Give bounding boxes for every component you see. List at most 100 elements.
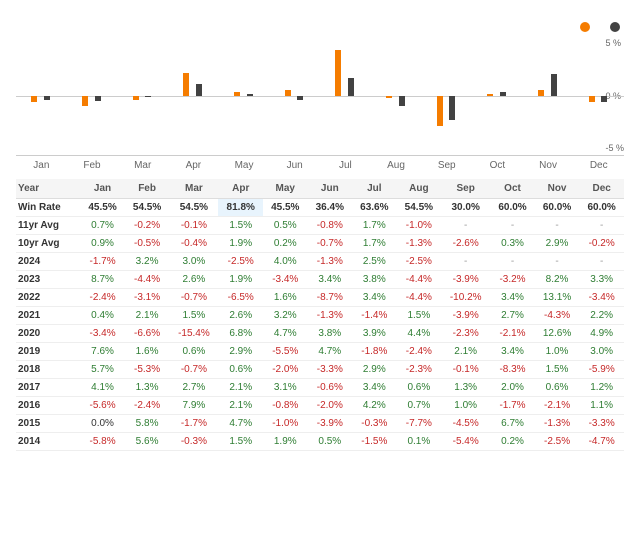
cell-value: - xyxy=(535,253,580,271)
cell-value: 2.9% xyxy=(218,343,263,361)
cell-value: -0.1% xyxy=(441,361,490,379)
cell-value: 1.0% xyxy=(535,343,580,361)
row-label: 2020 xyxy=(16,325,80,343)
x-label: Jan xyxy=(16,160,67,171)
median-bar xyxy=(82,96,88,106)
table-row: 2020-3.4%-6.6%-15.4%6.8%4.7%3.8%3.9%4.4%… xyxy=(16,325,624,343)
cell-value: 0.5% xyxy=(308,433,353,451)
row-label: 2023 xyxy=(16,271,80,289)
bar-column-jan xyxy=(16,36,67,156)
row-label: 2015 xyxy=(16,415,80,433)
cell-value: -2.0% xyxy=(263,361,308,379)
cell-value: -3.2% xyxy=(490,271,535,289)
cell-value: - xyxy=(441,217,490,235)
cell-value: -8.7% xyxy=(308,289,353,307)
cell-value: -1.0% xyxy=(263,415,308,433)
median-bar xyxy=(234,92,240,96)
cell-value: 30.0% xyxy=(441,199,490,217)
cell-value: -0.3% xyxy=(352,415,397,433)
x-label: Oct xyxy=(472,160,523,171)
median-bar xyxy=(285,90,291,96)
cell-value: 2.1% xyxy=(218,397,263,415)
bars-area xyxy=(16,36,624,156)
cell-value: 0.1% xyxy=(397,433,442,451)
cell-value: -4.5% xyxy=(441,415,490,433)
cell-value: -4.3% xyxy=(535,307,580,325)
cell-value: 3.4% xyxy=(352,379,397,397)
cell-value: 54.5% xyxy=(169,199,218,217)
mean-bar xyxy=(449,96,455,120)
cell-value: 1.3% xyxy=(125,379,170,397)
table-row: 2014-5.8%5.6%-0.3%1.5%1.9%0.5%-1.5%0.1%-… xyxy=(16,433,624,451)
table-row: 20174.1%1.3%2.7%2.1%3.1%-0.6%3.4%0.6%1.3… xyxy=(16,379,624,397)
table-row: 20238.7%-4.4%2.6%1.9%-3.4%3.4%3.8%-4.4%-… xyxy=(16,271,624,289)
table-row: Win Rate45.5%54.5%54.5%81.8%45.5%36.4%63… xyxy=(16,199,624,217)
x-label: Nov xyxy=(523,160,574,171)
cell-value: 7.9% xyxy=(169,397,218,415)
median-color-dot xyxy=(580,22,590,32)
table-row: 2024-1.7%3.2%3.0%-2.5%4.0%-1.3%2.5%-2.5%… xyxy=(16,253,624,271)
x-label: Jun xyxy=(269,160,320,171)
mean-bar xyxy=(348,78,354,96)
cell-value: 4.2% xyxy=(352,397,397,415)
mean-bar xyxy=(399,96,405,106)
bar-column-jul xyxy=(320,36,371,156)
x-label: Aug xyxy=(371,160,422,171)
cell-value: -1.3% xyxy=(308,253,353,271)
table-row: 10yr Avg0.9%-0.5%-0.4%1.9%0.2%-0.7%1.7%-… xyxy=(16,235,624,253)
cell-value: 4.7% xyxy=(263,325,308,343)
col-header-nov: Nov xyxy=(535,179,580,199)
cell-value: 1.5% xyxy=(218,433,263,451)
cell-value: 3.4% xyxy=(490,289,535,307)
cell-value: -7.7% xyxy=(397,415,442,433)
mean-bar xyxy=(95,96,101,101)
cell-value: -2.4% xyxy=(80,289,125,307)
cell-value: -0.8% xyxy=(263,397,308,415)
x-label: Jul xyxy=(320,160,371,171)
cell-value: 2.6% xyxy=(218,307,263,325)
legend-mean xyxy=(610,22,624,32)
cell-value: -5.6% xyxy=(80,397,125,415)
cell-value: 0.7% xyxy=(397,397,442,415)
cell-value: 1.7% xyxy=(352,217,397,235)
table-row: 20185.7%-5.3%-0.7%0.6%-2.0%-3.3%2.9%-2.3… xyxy=(16,361,624,379)
cell-value: 36.4% xyxy=(308,199,353,217)
bar-column-nov xyxy=(523,36,574,156)
cell-value: -0.6% xyxy=(308,379,353,397)
mean-bar xyxy=(44,96,50,100)
cell-value: -1.5% xyxy=(352,433,397,451)
cell-value: - xyxy=(535,217,580,235)
cell-value: 60.0% xyxy=(490,199,535,217)
cell-value: 1.9% xyxy=(218,235,263,253)
cell-value: 6.7% xyxy=(490,415,535,433)
cell-value: 3.3% xyxy=(579,271,624,289)
cell-value: 5.6% xyxy=(125,433,170,451)
table-row: 20210.4%2.1%1.5%2.6%3.2%-1.3%-1.4%1.5%-3… xyxy=(16,307,624,325)
cell-value: 2.1% xyxy=(125,307,170,325)
cell-value: 3.8% xyxy=(352,271,397,289)
mean-color-dot xyxy=(610,22,620,32)
col-header-may: May xyxy=(263,179,308,199)
cell-value: 0.2% xyxy=(490,433,535,451)
cell-value: 0.3% xyxy=(490,235,535,253)
cell-value: 1.1% xyxy=(579,397,624,415)
cell-value: 3.4% xyxy=(352,289,397,307)
cell-value: -3.1% xyxy=(125,289,170,307)
cell-value: -0.2% xyxy=(125,217,170,235)
cell-value: 2.9% xyxy=(535,235,580,253)
cell-value: 4.7% xyxy=(308,343,353,361)
cell-value: 3.4% xyxy=(490,343,535,361)
cell-value: 2.7% xyxy=(169,379,218,397)
cell-value: -1.7% xyxy=(80,253,125,271)
legend-median xyxy=(580,22,594,32)
cell-value: 0.7% xyxy=(80,217,125,235)
cell-value: 3.0% xyxy=(579,343,624,361)
cell-value: -0.7% xyxy=(308,235,353,253)
col-header-apr: Apr xyxy=(218,179,263,199)
cell-value: 1.9% xyxy=(218,271,263,289)
cell-value: -6.6% xyxy=(125,325,170,343)
cell-value: 1.3% xyxy=(441,379,490,397)
median-bar xyxy=(487,94,493,96)
cell-value: 0.9% xyxy=(80,235,125,253)
cell-value: - xyxy=(490,253,535,271)
